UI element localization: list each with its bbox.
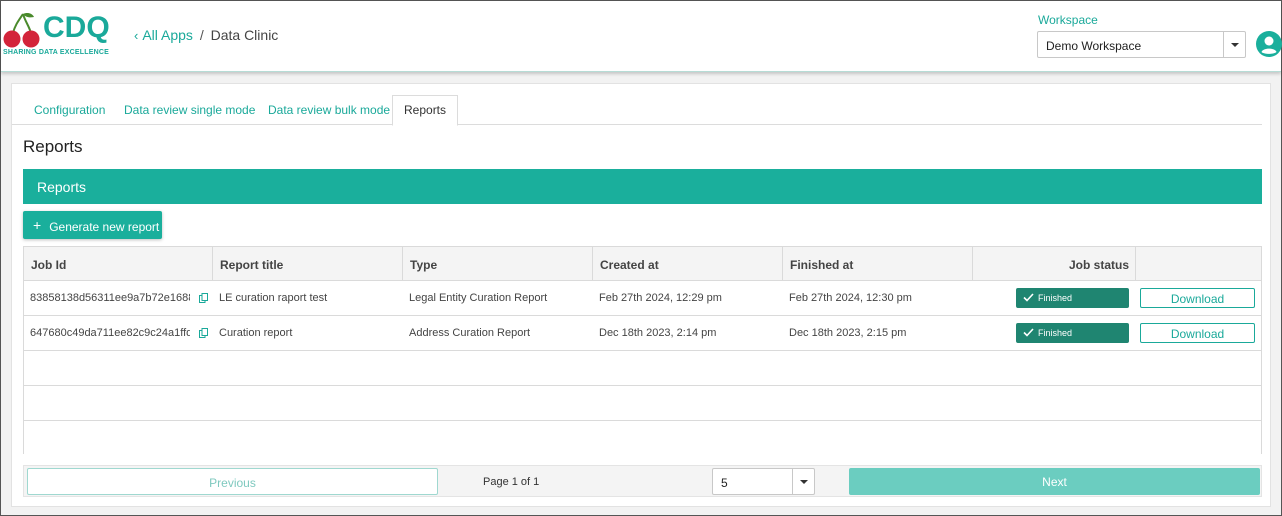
- column-header-actions: [1135, 247, 1261, 281]
- generate-report-label: Generate new report: [49, 220, 160, 234]
- copy-icon[interactable]: [199, 293, 208, 303]
- report-title-cell: LE curation raport test: [219, 292, 328, 304]
- check-icon: [1023, 293, 1034, 302]
- back-link-label: All Apps: [142, 27, 193, 43]
- cdq-logo[interactable]: CDQ SHARING DATA EXCELLENCE: [3, 11, 113, 59]
- plus-icon: +: [33, 217, 42, 233]
- caret-down-icon: [800, 480, 808, 484]
- column-header-created-at: Created at: [592, 247, 782, 281]
- breadcrumb: ‹ All Apps / Data Clinic: [134, 27, 278, 43]
- page-size-dropdown-toggle[interactable]: [792, 469, 814, 494]
- breadcrumb-separator: /: [199, 27, 204, 43]
- check-icon: [1023, 328, 1034, 337]
- workspace-label: Workspace: [1038, 13, 1098, 27]
- empty-table-row: [24, 386, 1261, 421]
- top-bar: CDQ SHARING DATA EXCELLENCE ‹ All Apps / …: [1, 1, 1282, 72]
- tab-configuration[interactable]: Configuration: [34, 95, 105, 125]
- workspace-selected-value: Demo Workspace: [1046, 39, 1142, 53]
- status-badge-label: Finished: [1038, 328, 1073, 338]
- column-header-job-id: Job Id: [31, 258, 67, 272]
- page-info: Page 1 of 1: [483, 476, 540, 488]
- caret-down-icon: [1231, 43, 1239, 47]
- logo-tagline: SHARING DATA EXCELLENCE: [3, 49, 109, 56]
- next-page-button[interactable]: Next: [849, 468, 1260, 495]
- table-row: 83858138d56311ee9a7b72e168838… LE curati…: [24, 281, 1261, 316]
- status-badge: Finished: [1016, 323, 1129, 343]
- finished-at-cell: Dec 18th 2023, 2:15 pm: [789, 327, 907, 339]
- page-size-select[interactable]: 5: [712, 468, 815, 495]
- main-panel: Configuration Data review single mode Da…: [11, 83, 1271, 507]
- chevron-left-icon: ‹: [134, 28, 139, 43]
- breadcrumb-current: Data Clinic: [210, 27, 279, 43]
- created-at-cell: Dec 18th 2023, 2:14 pm: [599, 327, 717, 339]
- column-header-report-title: Report title: [212, 247, 402, 281]
- table-header: Job Id Report title Type Created at Fini…: [24, 247, 1261, 281]
- column-header-job-status: Job status: [972, 247, 1135, 281]
- table-row: 647680c49da711ee82c9c24a1ffda1… Curation…: [24, 316, 1261, 351]
- finished-at-cell: Feb 27th 2024, 12:30 pm: [789, 292, 912, 304]
- generate-report-button[interactable]: + Generate new report: [23, 211, 162, 239]
- pagination-bar: Previous Page 1 of 1 5 Next: [23, 465, 1262, 497]
- tab-data-review-single-mode[interactable]: Data review single mode: [124, 95, 255, 125]
- previous-page-button[interactable]: Previous: [27, 468, 438, 495]
- job-id-cell: 83858138d56311ee9a7b72e168838…: [30, 292, 190, 304]
- logo-wordmark: CDQ: [43, 11, 110, 44]
- workspace-select[interactable]: Demo Workspace: [1037, 31, 1246, 58]
- cherry-logo-icon: [3, 13, 40, 48]
- column-header-type: Type: [402, 247, 592, 281]
- user-avatar-icon[interactable]: [1256, 31, 1282, 57]
- copy-icon[interactable]: [199, 328, 208, 338]
- column-header-finished-at: Finished at: [782, 247, 972, 281]
- back-link[interactable]: ‹ All Apps: [134, 27, 193, 43]
- tab-reports[interactable]: Reports: [392, 95, 459, 126]
- created-at-cell: Feb 27th 2024, 12:29 pm: [599, 292, 722, 304]
- status-badge: Finished: [1016, 288, 1129, 308]
- status-badge-label: Finished: [1038, 293, 1073, 303]
- type-cell: Legal Entity Curation Report: [409, 292, 548, 304]
- tab-data-review-bulk-mode[interactable]: Data review bulk mode: [268, 95, 390, 125]
- report-title-cell: Curation report: [219, 327, 293, 339]
- download-button[interactable]: Download: [1140, 323, 1255, 343]
- empty-table-row: [24, 351, 1261, 386]
- reports-table: Job Id Report title Type Created at Fini…: [23, 246, 1262, 456]
- tab-bar: Configuration Data review single mode Da…: [12, 95, 1262, 126]
- job-id-cell: 647680c49da711ee82c9c24a1ffda1…: [30, 327, 190, 339]
- type-cell: Address Curation Report: [409, 327, 531, 339]
- page-size-value: 5: [721, 476, 728, 490]
- download-button[interactable]: Download: [1140, 288, 1255, 308]
- section-header: Reports: [23, 169, 1262, 204]
- workspace-dropdown-toggle[interactable]: [1223, 32, 1245, 57]
- page-title: Reports: [23, 137, 83, 156]
- empty-table-row: [24, 421, 1261, 456]
